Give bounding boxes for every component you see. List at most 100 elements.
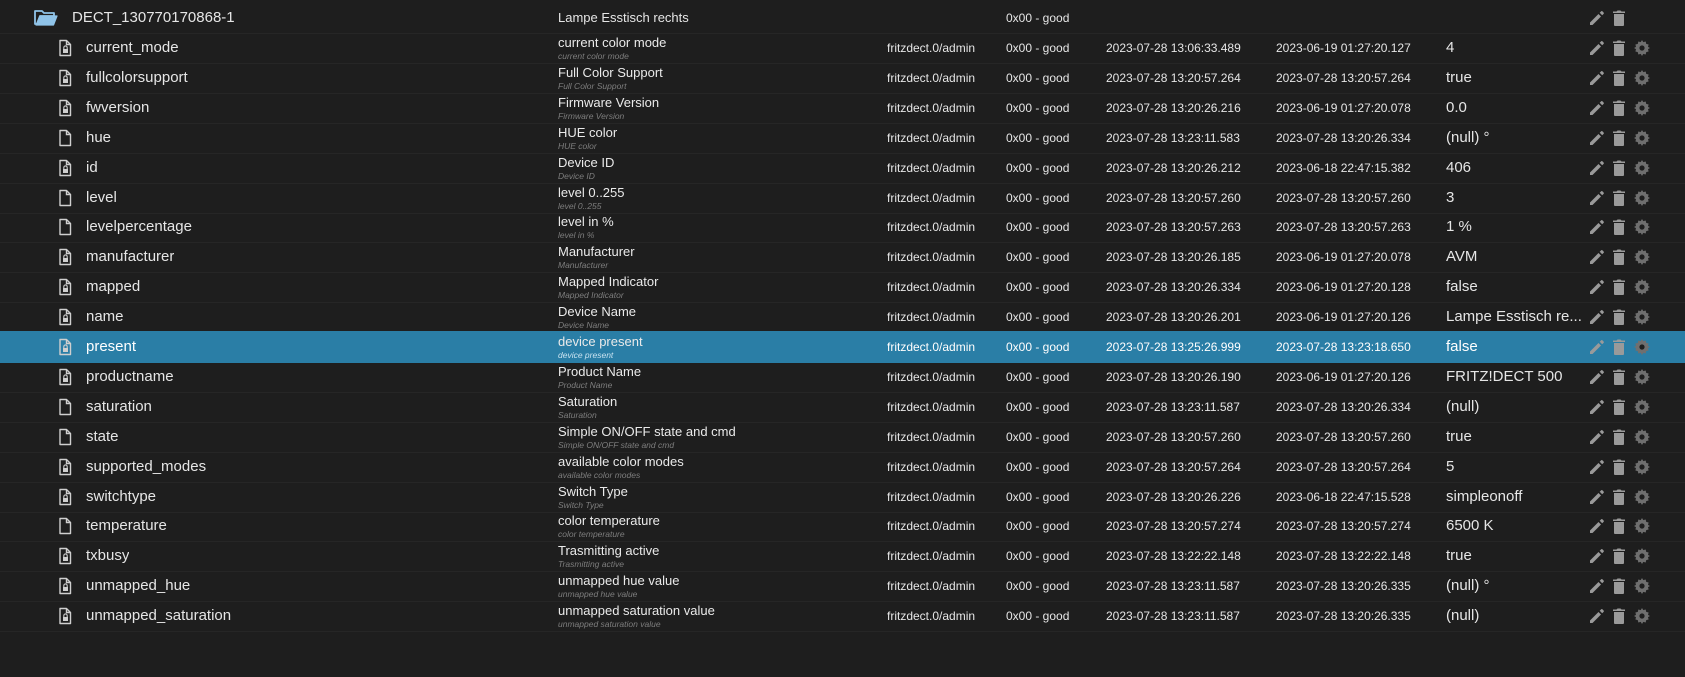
folder-row[interactable]: DECT_130770170868-1 Lampe Esstisch recht… [0, 2, 1685, 34]
state-row[interactable]: hue HUE color HUE color fritzdect.0/admin 0x… [0, 122, 1685, 154]
state-value[interactable]: 3 [1446, 182, 1581, 214]
gear-icon[interactable] [1633, 517, 1651, 535]
edit-icon[interactable] [1588, 189, 1606, 207]
gear-icon[interactable] [1633, 99, 1651, 117]
delete-icon[interactable] [1610, 488, 1628, 506]
gear-icon[interactable] [1633, 458, 1651, 476]
edit-icon[interactable] [1588, 69, 1606, 87]
state-row[interactable]: manufacturer Manufacturer Manufacturer frit… [0, 241, 1685, 274]
edit-icon[interactable] [1588, 129, 1606, 147]
edit-icon[interactable] [1588, 218, 1606, 236]
delete-icon[interactable] [1610, 547, 1628, 565]
delete-icon[interactable] [1610, 338, 1628, 356]
edit-icon[interactable] [1588, 248, 1606, 266]
state-value[interactable]: 0.0 [1446, 92, 1581, 124]
delete-icon[interactable] [1610, 577, 1628, 595]
state-row[interactable]: id Device ID Device ID fritzdect.0/admin 0x0… [0, 152, 1685, 184]
state-row[interactable]: productname Product Name Product Name fritz… [0, 361, 1685, 393]
gear-icon[interactable] [1633, 368, 1651, 386]
state-value[interactable]: (null) [1446, 600, 1581, 632]
state-row[interactable]: saturation Saturation Saturation fritzdect.… [0, 391, 1685, 423]
edit-icon[interactable] [1588, 458, 1606, 476]
delete-icon[interactable] [1610, 189, 1628, 207]
delete-icon[interactable] [1610, 278, 1628, 296]
gear-icon[interactable] [1633, 39, 1651, 57]
edit-icon[interactable] [1588, 99, 1606, 117]
state-row[interactable]: current_mode current color mode current co… [0, 32, 1685, 64]
edit-icon[interactable] [1588, 9, 1606, 27]
edit-icon[interactable] [1588, 338, 1606, 356]
delete-icon[interactable] [1610, 39, 1628, 57]
state-row[interactable]: supported_modes available color modes avai… [0, 451, 1685, 483]
delete-icon[interactable] [1610, 398, 1628, 416]
edit-icon[interactable] [1588, 39, 1606, 57]
state-value[interactable]: false [1446, 331, 1581, 363]
delete-icon[interactable] [1610, 428, 1628, 446]
delete-icon[interactable] [1610, 308, 1628, 326]
state-row[interactable]: mapped Mapped Indicator Mapped Indicator fr… [0, 271, 1685, 304]
state-row[interactable]: temperature color temperature color temper… [0, 510, 1685, 543]
state-value[interactable]: 6500 K [1446, 510, 1581, 542]
state-value[interactable]: (null) ° [1446, 122, 1581, 154]
edit-icon[interactable] [1588, 517, 1606, 535]
gear-icon[interactable] [1633, 69, 1651, 87]
gear-icon[interactable] [1633, 129, 1651, 147]
delete-icon[interactable] [1610, 607, 1628, 625]
gear-icon[interactable] [1633, 547, 1651, 565]
state-row[interactable]: levelpercentage level in % level in % fritz… [0, 211, 1685, 244]
gear-icon[interactable] [1633, 398, 1651, 416]
delete-icon[interactable] [1610, 517, 1628, 535]
state-value[interactable]: 4 [1446, 32, 1581, 64]
state-value[interactable]: true [1446, 421, 1581, 453]
state-row[interactable]: unmapped_saturation unmapped saturation v… [0, 600, 1685, 633]
state-value[interactable]: false [1446, 271, 1581, 303]
gear-icon[interactable] [1633, 248, 1651, 266]
state-row[interactable]: present device present device present fritz… [0, 331, 1685, 363]
state-value[interactable]: 406 [1446, 152, 1581, 184]
gear-icon[interactable] [1633, 577, 1651, 595]
state-value[interactable]: true [1446, 62, 1581, 94]
edit-icon[interactable] [1588, 308, 1606, 326]
delete-icon[interactable] [1610, 218, 1628, 236]
gear-icon[interactable] [1633, 428, 1651, 446]
gear-icon[interactable] [1633, 278, 1651, 296]
edit-icon[interactable] [1588, 488, 1606, 506]
delete-icon[interactable] [1610, 159, 1628, 177]
edit-icon[interactable] [1588, 547, 1606, 565]
state-value[interactable]: (null) ° [1446, 570, 1581, 602]
gear-icon[interactable] [1633, 607, 1651, 625]
state-value[interactable]: Lampe Esstisch re... [1446, 301, 1581, 333]
delete-icon[interactable] [1610, 69, 1628, 87]
state-row[interactable]: fwversion Firmware Version Firmware Versio… [0, 92, 1685, 124]
gear-icon[interactable] [1633, 189, 1651, 207]
state-row[interactable]: fullcolorsupport Full Color Support Full C… [0, 62, 1685, 94]
gear-icon[interactable] [1633, 159, 1651, 177]
edit-icon[interactable] [1588, 607, 1606, 625]
state-value[interactable]: simpleonoff [1446, 481, 1581, 513]
state-value[interactable]: AVM [1446, 241, 1581, 273]
edit-icon[interactable] [1588, 398, 1606, 416]
folder-open-icon[interactable] [34, 9, 58, 27]
state-row[interactable]: level level 0..255 level 0..255 fritzdect.0… [0, 182, 1685, 214]
delete-icon[interactable] [1610, 368, 1628, 386]
gear-icon[interactable] [1633, 308, 1651, 326]
delete-icon[interactable] [1610, 9, 1628, 27]
state-row[interactable]: name Device Name Device Name fritzdect.0/ad… [0, 301, 1685, 334]
gear-icon[interactable] [1633, 218, 1651, 236]
edit-icon[interactable] [1588, 159, 1606, 177]
state-value[interactable]: (null) [1446, 391, 1581, 423]
edit-icon[interactable] [1588, 278, 1606, 296]
delete-icon[interactable] [1610, 458, 1628, 476]
state-row[interactable]: switchtype Switch Type Switch Type fritzdec… [0, 481, 1685, 513]
state-row[interactable]: state Simple ON/OFF state and cmd Simple O… [0, 421, 1685, 453]
gear-icon[interactable] [1633, 488, 1651, 506]
gear-icon[interactable] [1633, 338, 1651, 356]
edit-icon[interactable] [1588, 428, 1606, 446]
state-value[interactable]: FRITZ!DECT 500 [1446, 361, 1581, 393]
delete-icon[interactable] [1610, 129, 1628, 147]
state-value[interactable]: 5 [1446, 451, 1581, 483]
state-value[interactable]: 1 % [1446, 211, 1581, 243]
edit-icon[interactable] [1588, 368, 1606, 386]
state-value[interactable]: true [1446, 540, 1581, 572]
state-row[interactable]: unmapped_hue unmapped hue value unmapped h… [0, 570, 1685, 603]
